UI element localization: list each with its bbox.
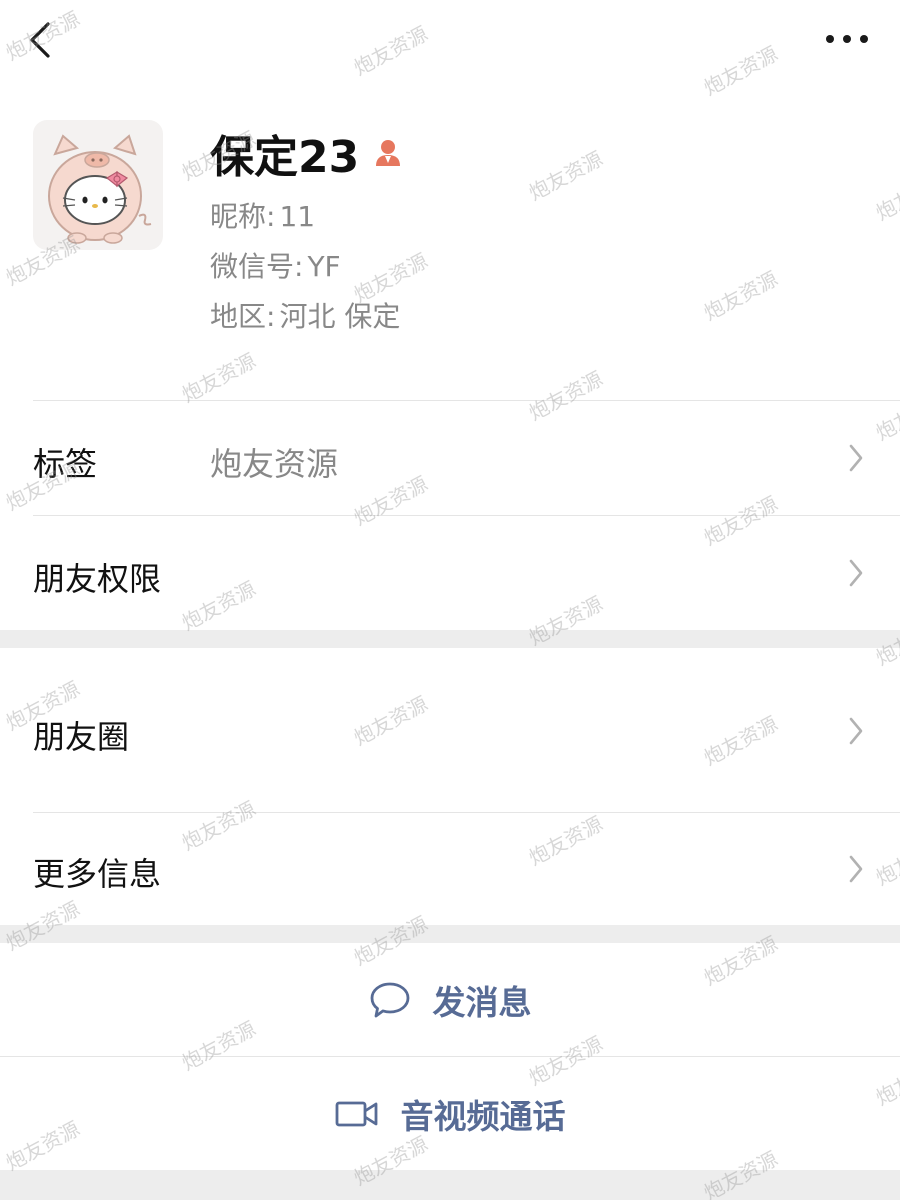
more-dots-icon xyxy=(826,35,868,43)
tags-row[interactable]: 标签 炮友资源 xyxy=(0,401,900,515)
chevron-right-icon xyxy=(849,855,863,883)
chat-bubble-icon xyxy=(370,982,409,1017)
send-message-label: 发消息 xyxy=(432,982,532,1022)
video-call-button[interactable]: 音视频通话 xyxy=(0,1057,900,1170)
top-bar xyxy=(0,0,900,80)
tags-value: 炮友资源 xyxy=(210,445,339,483)
profile-header: 保定23 昵称: 11 微信号: YF 地区: 河北 保定 xyxy=(0,115,900,400)
region-value: 河北 保定 xyxy=(279,300,401,333)
friend-permissions-label: 朋友权限 xyxy=(33,560,162,598)
nickname-line: 昵称: 11 xyxy=(210,195,315,235)
section-gap xyxy=(0,925,900,943)
more-info-label: 更多信息 xyxy=(33,855,162,893)
contact-profile-page: 保定23 昵称: 11 微信号: YF 地区: 河北 保定 标签 炮友资源 朋友… xyxy=(0,0,900,1200)
display-name: 保定23 xyxy=(210,132,360,183)
more-info-row[interactable]: 更多信息 xyxy=(0,813,900,925)
send-message-button[interactable]: 发消息 xyxy=(0,943,900,1056)
avatar-pig-kitty-image xyxy=(48,134,152,244)
nickname-value: 11 xyxy=(279,200,316,233)
person-female-icon xyxy=(371,136,405,170)
section-gap xyxy=(0,630,900,648)
moments-label: 朋友圈 xyxy=(33,718,130,756)
moments-row[interactable]: 朋友圈 xyxy=(0,648,900,812)
nickname-label: 昵称: xyxy=(210,200,276,233)
chevron-right-icon xyxy=(849,444,863,472)
wechat-id-value[interactable]: YF xyxy=(307,250,340,283)
back-button[interactable] xyxy=(22,18,62,62)
more-options-button[interactable] xyxy=(824,24,870,54)
wechat-id-label: 微信号: xyxy=(210,250,304,283)
video-camera-icon xyxy=(335,1101,377,1126)
chevron-right-icon xyxy=(849,559,863,587)
wechat-id-line: 微信号: YF xyxy=(210,245,341,285)
tags-label: 标签 xyxy=(33,445,98,483)
video-call-label: 音视频通话 xyxy=(400,1096,566,1136)
region-label: 地区: xyxy=(210,300,276,333)
bottom-band xyxy=(0,1170,900,1200)
chevron-left-icon xyxy=(30,22,50,58)
name-line: 保定23 xyxy=(210,123,405,183)
friend-permissions-row[interactable]: 朋友权限 xyxy=(0,516,900,630)
chevron-right-icon xyxy=(849,717,863,745)
region-line: 地区: 河北 保定 xyxy=(210,295,400,335)
avatar[interactable] xyxy=(33,120,163,250)
